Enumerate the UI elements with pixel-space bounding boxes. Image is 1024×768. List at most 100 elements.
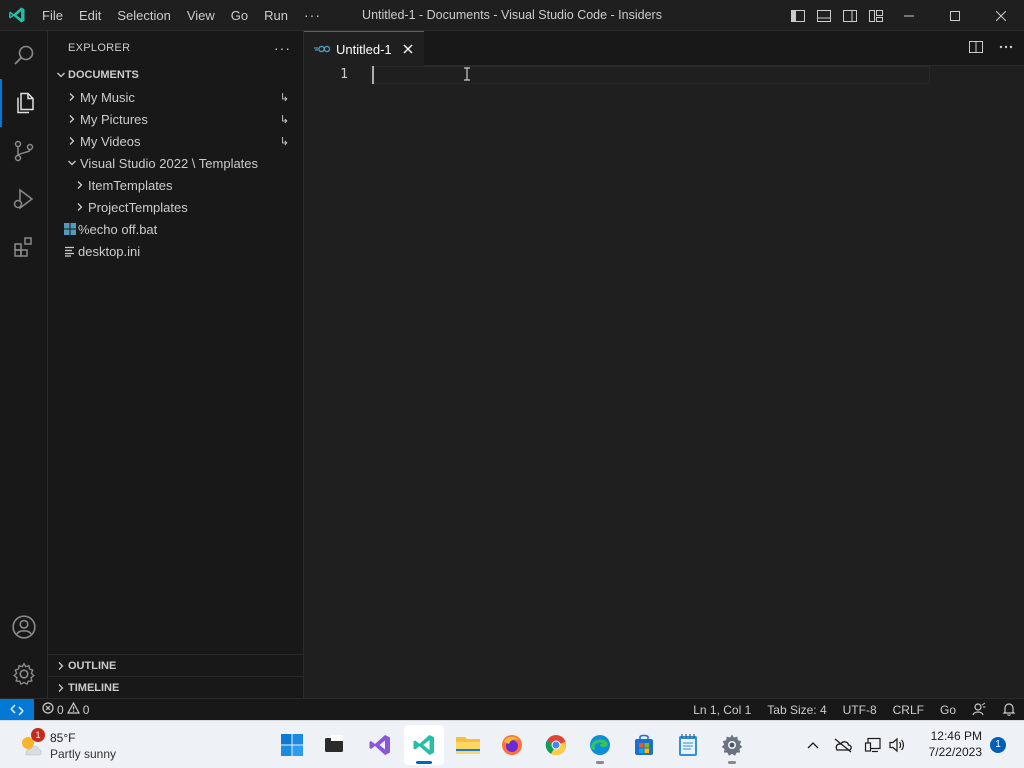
tree-item-my-music[interactable]: My Music ↳ xyxy=(48,86,303,108)
language-mode[interactable]: Go xyxy=(932,703,964,717)
line-number: 1 xyxy=(340,67,348,82)
ibeam-cursor-icon xyxy=(463,67,471,84)
tree-item-label: My Pictures xyxy=(80,111,148,127)
chevron-right-icon xyxy=(72,180,88,190)
weather-temperature: 85°F xyxy=(50,731,76,745)
accounts-icon[interactable] xyxy=(0,603,48,651)
toggle-primary-sidebar-icon[interactable] xyxy=(788,6,808,26)
explorer-title: EXPLORER xyxy=(68,41,131,54)
clock-date: 7/22/2023 xyxy=(928,745,982,759)
network-icon[interactable] xyxy=(860,737,886,753)
menu-run[interactable]: Run xyxy=(256,0,296,31)
system-tray xyxy=(800,721,908,768)
tree-item-label: ItemTemplates xyxy=(88,177,173,193)
feedback-icon[interactable] xyxy=(964,702,994,719)
menu-file[interactable]: File xyxy=(34,0,71,31)
onedrive-offline-icon[interactable] xyxy=(826,737,860,753)
terminal-icon[interactable] xyxy=(314,725,354,765)
tree-item-desktop-ini[interactable]: desktop.ini xyxy=(48,240,303,262)
menu-more-button[interactable]: ··· xyxy=(296,7,329,23)
cursor-position[interactable]: Ln 1, Col 1 xyxy=(685,703,759,717)
editor-area[interactable]: 1 xyxy=(304,66,1024,698)
volume-icon[interactable] xyxy=(886,737,908,753)
status-bar-right: Ln 1, Col 1 Tab Size: 4 UTF-8 CRLF Go xyxy=(685,699,1024,721)
customize-layout-icon[interactable] xyxy=(866,6,886,26)
chevron-right-icon xyxy=(72,202,88,212)
firefox-icon[interactable] xyxy=(492,725,532,765)
minimize-icon[interactable] xyxy=(886,0,932,31)
symlink-icon: ↳ xyxy=(279,135,289,148)
outline-label: OUTLINE xyxy=(68,659,117,672)
tree-item-label: My Videos xyxy=(80,133,141,149)
vscode-insiders-icon[interactable] xyxy=(404,725,444,765)
menu-bar: File Edit Selection View Go Run ··· xyxy=(34,0,329,31)
extensions-icon[interactable] xyxy=(0,223,48,271)
tree-item-itemtemplates[interactable]: ItemTemplates xyxy=(48,174,303,196)
documents-folder-label: DOCUMENTS xyxy=(68,69,139,81)
timeline-section-header[interactable]: TIMELINE xyxy=(48,676,303,698)
windows-batch-file-icon xyxy=(62,223,78,235)
run-and-debug-icon[interactable] xyxy=(0,175,48,223)
tab-untitled-1[interactable]: Untitled-1 xyxy=(304,31,424,66)
chevron-down-icon xyxy=(54,70,68,80)
taskbar-clock[interactable]: 12:46 PM 7/22/2023 xyxy=(929,728,982,760)
tree-item-projecttemplates[interactable]: ProjectTemplates xyxy=(48,196,303,218)
timeline-label: TIMELINE xyxy=(68,681,120,694)
explorer-icon[interactable] xyxy=(0,79,48,127)
vscode-insiders-logo-icon[interactable] xyxy=(0,0,34,31)
notepad-icon[interactable] xyxy=(668,725,708,765)
menu-view[interactable]: View xyxy=(179,0,223,31)
notification-count-badge[interactable]: 1 xyxy=(990,737,1006,753)
show-hidden-icons-chevron-up-icon[interactable] xyxy=(800,741,826,749)
explorer-more-actions-button[interactable]: ··· xyxy=(274,40,291,56)
tree-item-label: desktop.ini xyxy=(78,243,141,259)
close-tab-icon[interactable] xyxy=(400,41,416,57)
settings-file-icon xyxy=(62,245,78,257)
toggle-panel-icon[interactable] xyxy=(814,6,834,26)
tree-item-label: ProjectTemplates xyxy=(88,199,188,215)
settings-icon[interactable] xyxy=(712,725,752,765)
toggle-secondary-sidebar-icon[interactable] xyxy=(840,6,860,26)
tree-item-label: My Music xyxy=(80,89,135,105)
notifications-bell-icon[interactable] xyxy=(994,702,1024,719)
edge-icon[interactable] xyxy=(580,725,620,765)
tree-item-my-pictures[interactable]: My Pictures ↳ xyxy=(48,108,303,130)
file-explorer-icon[interactable] xyxy=(448,725,488,765)
end-of-line[interactable]: CRLF xyxy=(885,703,932,717)
indentation[interactable]: Tab Size: 4 xyxy=(759,703,834,717)
maximize-icon[interactable] xyxy=(932,0,978,31)
tree-item-visual-studio-templates[interactable]: Visual Studio 2022 \ Templates xyxy=(48,152,303,174)
documents-section-header[interactable]: DOCUMENTS xyxy=(48,64,303,86)
tree-item-echo-off-bat[interactable]: %echo off.bat xyxy=(48,218,303,240)
settings-gear-icon[interactable] xyxy=(0,650,48,698)
remote-indicator-icon[interactable] xyxy=(0,698,34,721)
encoding[interactable]: UTF-8 xyxy=(835,703,885,717)
symlink-icon: ↳ xyxy=(279,91,289,104)
source-control-icon[interactable] xyxy=(0,127,48,175)
chevron-right-icon xyxy=(54,661,68,671)
explorer-header: EXPLORER ··· xyxy=(48,31,303,64)
menu-selection[interactable]: Selection xyxy=(109,0,178,31)
microsoft-store-icon[interactable] xyxy=(624,725,664,765)
outline-section-header[interactable]: OUTLINE xyxy=(48,654,303,676)
visual-studio-icon[interactable] xyxy=(360,725,400,765)
text-cursor xyxy=(372,66,374,84)
search-icon[interactable] xyxy=(0,31,48,79)
split-editor-icon[interactable] xyxy=(968,39,984,58)
weather-description: Partly sunny xyxy=(50,747,117,761)
close-window-icon[interactable] xyxy=(978,0,1024,31)
chevron-right-icon xyxy=(64,92,80,102)
tree-item-my-videos[interactable]: My Videos ↳ xyxy=(48,130,303,152)
weather-badge: 1 xyxy=(31,728,45,742)
more-actions-icon[interactable] xyxy=(998,39,1014,58)
problems-indicator[interactable]: 0 0 xyxy=(42,701,89,717)
menu-edit[interactable]: Edit xyxy=(71,0,109,31)
chrome-icon[interactable] xyxy=(536,725,576,765)
layout-controls xyxy=(788,0,886,31)
title-bar: File Edit Selection View Go Run ··· Unti… xyxy=(0,0,1024,31)
error-icon xyxy=(42,702,54,717)
start-icon[interactable] xyxy=(272,725,312,765)
menu-go[interactable]: Go xyxy=(223,0,256,31)
status-bar: 0 0 Ln 1, Col 1 Tab Size: 4 UTF-8 CRLF G… xyxy=(0,698,1024,721)
weather-widget[interactable]: 1 85°F Partly sunny xyxy=(18,727,128,763)
